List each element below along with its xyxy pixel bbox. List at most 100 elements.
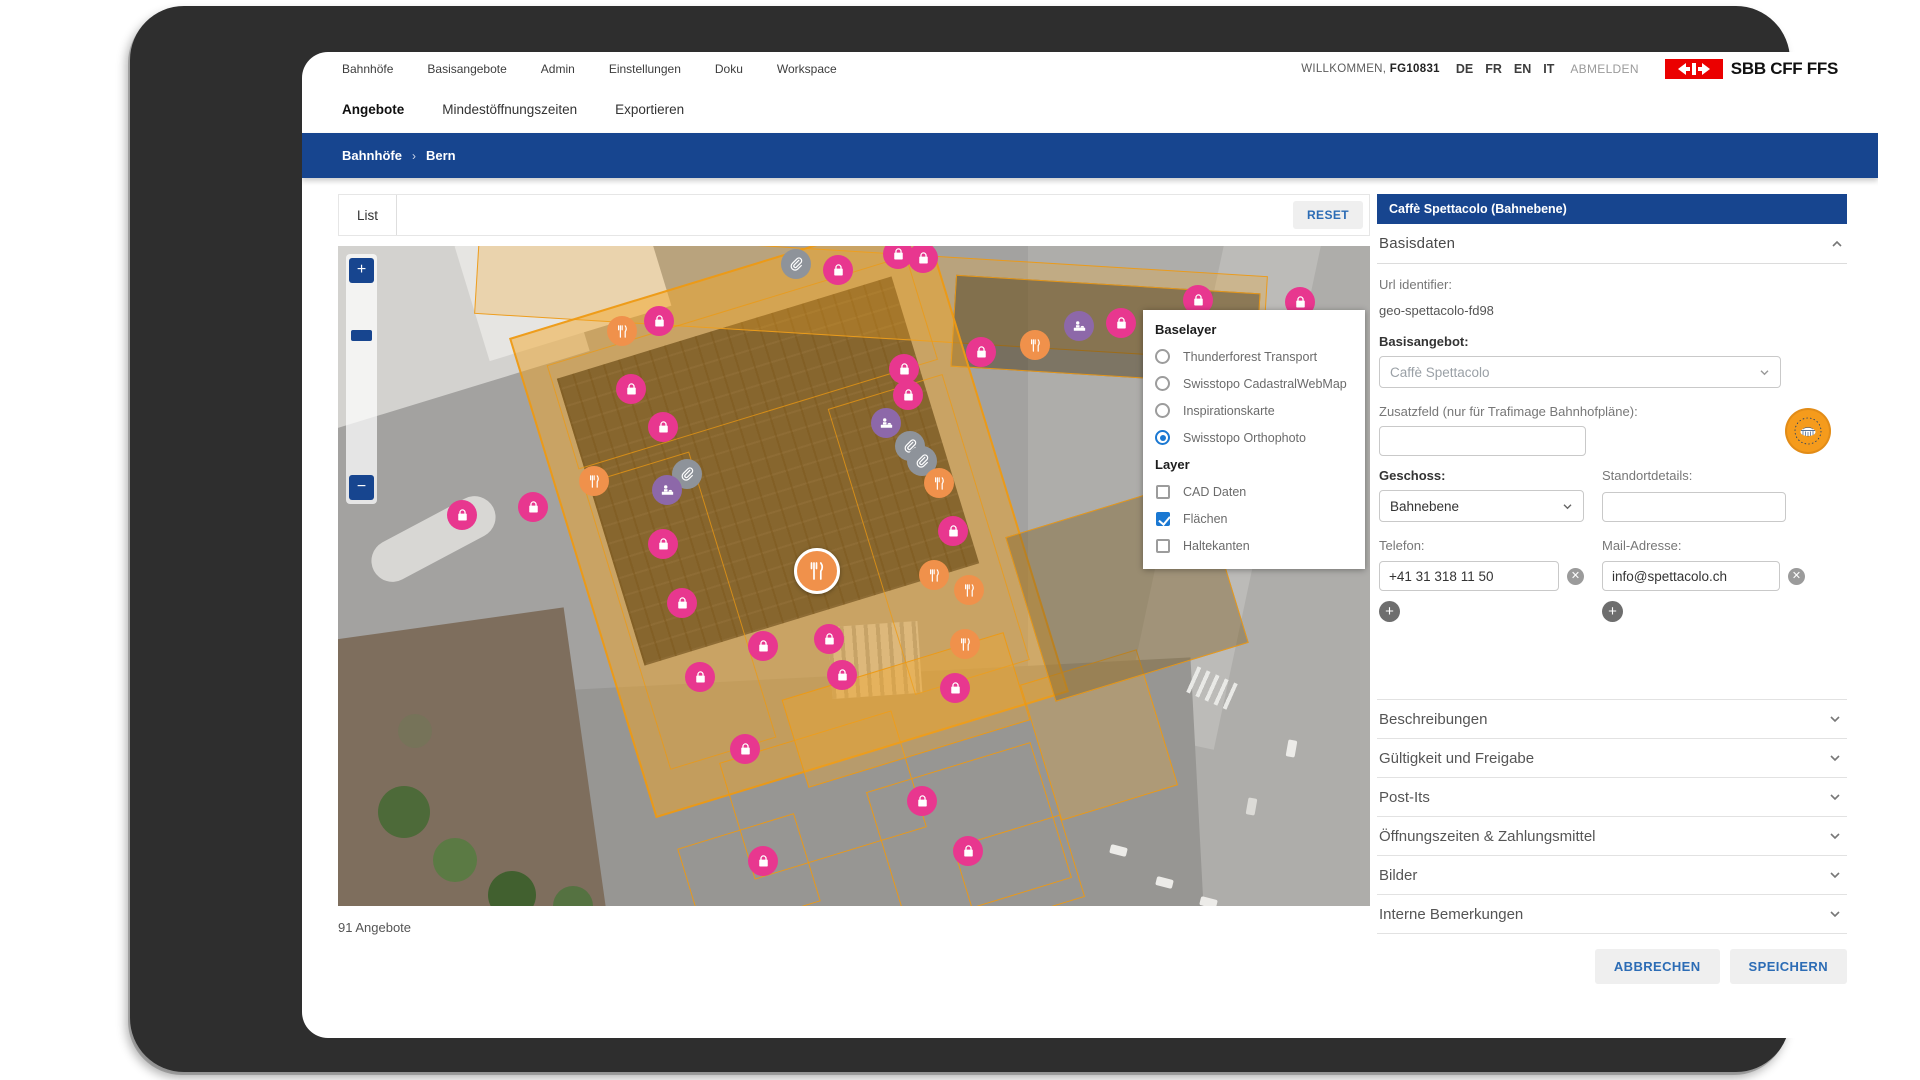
fork-marker[interactable] <box>607 316 637 346</box>
breadcrumb-root[interactable]: Bahnhöfe <box>342 148 402 163</box>
url-identifier-value: geo-spettacolo-fd98 <box>1379 303 1845 318</box>
list-tab[interactable]: List <box>339 195 397 235</box>
radio-icon[interactable] <box>1155 349 1170 364</box>
zoom-slider-handle[interactable] <box>351 330 372 341</box>
radio-icon[interactable] <box>1155 430 1170 445</box>
basisangebot-select[interactable]: Caffè Spettacolo <box>1379 356 1781 388</box>
nav-item-bahnhöfe[interactable]: Bahnhöfe <box>342 62 393 76</box>
bag-marker[interactable] <box>893 380 923 410</box>
bag-marker[interactable] <box>667 588 697 618</box>
checkbox-icon[interactable] <box>1156 512 1170 526</box>
mail-input[interactable] <box>1602 561 1780 591</box>
desk-marker[interactable] <box>1064 311 1094 341</box>
cancel-button[interactable]: ABBRECHEN <box>1595 949 1720 984</box>
logout-link[interactable]: ABMELDEN <box>1570 62 1638 76</box>
bag-marker[interactable] <box>908 246 938 273</box>
layer-option-haltekanten[interactable]: Haltekanten <box>1155 532 1365 559</box>
bag-marker[interactable] <box>518 492 548 522</box>
standortdetails-input[interactable] <box>1602 492 1786 522</box>
add-telefon-button[interactable]: + <box>1379 601 1400 622</box>
checkbox-icon[interactable] <box>1156 485 1170 499</box>
fork-marker[interactable] <box>579 466 609 496</box>
geschoss-select[interactable]: Bahnebene <box>1379 490 1584 522</box>
radio-icon[interactable] <box>1155 376 1170 391</box>
nav-item-basisangebote[interactable]: Basisangebote <box>427 62 506 76</box>
bag-marker[interactable] <box>748 631 778 661</box>
clear-mail-button[interactable]: ✕ <box>1788 568 1805 585</box>
bag-marker[interactable] <box>748 846 778 876</box>
reset-button[interactable]: RESET <box>1293 201 1363 229</box>
map[interactable]: + − Baselayer Thunderforest Transport Sw… <box>338 246 1370 906</box>
bag-marker[interactable] <box>648 412 678 442</box>
breadcrumb-current: Bern <box>426 148 456 163</box>
bag-marker[interactable] <box>685 662 715 692</box>
nav-item-einstellungen[interactable]: Einstellungen <box>609 62 681 76</box>
zusatzfeld-input[interactable] <box>1379 426 1586 456</box>
add-mail-button[interactable]: + <box>1602 601 1623 622</box>
basisdaten-label: Basisdaten <box>1379 235 1455 252</box>
tab-exportieren[interactable]: Exportieren <box>615 102 684 117</box>
result-count: 91 Angebote <box>338 920 1370 935</box>
telefon-input[interactable] <box>1379 561 1559 591</box>
section-gültigkeit-und-freigabe[interactable]: Gültigkeit und Freigabe <box>1377 739 1847 778</box>
section-post-its[interactable]: Post-Its <box>1377 778 1847 817</box>
lang-fr[interactable]: FR <box>1485 62 1502 76</box>
fork-marker[interactable] <box>924 468 954 498</box>
tab-mindestöffnungszeiten[interactable]: Mindestöffnungszeiten <box>442 102 577 117</box>
fork-marker[interactable] <box>919 560 949 590</box>
bag-marker[interactable] <box>940 673 970 703</box>
baselayer-option-thunderforest-transport[interactable]: Thunderforest Transport <box>1155 343 1365 370</box>
lang-en[interactable]: EN <box>1514 62 1531 76</box>
user-id: FG10831 <box>1390 63 1440 75</box>
clip-marker[interactable] <box>781 249 811 279</box>
lang-it[interactable]: IT <box>1543 62 1554 76</box>
desk-marker[interactable] <box>652 475 682 505</box>
save-button[interactable]: SPEICHERN <box>1730 949 1847 984</box>
sub-nav-bar: Angebote Mindestöffnungszeiten Exportieren <box>302 86 1878 133</box>
standortdetails-label: Standortdetails: <box>1602 468 1792 483</box>
zoom-out-button[interactable]: − <box>349 475 374 500</box>
fork-marker[interactable] <box>1020 330 1050 360</box>
layer-option-cad-daten[interactable]: CAD Daten <box>1155 478 1365 505</box>
section-öffnungszeiten-zahlungsmittel[interactable]: Öffnungszeiten & Zahlungsmittel <box>1377 817 1847 856</box>
bag-marker[interactable] <box>907 786 937 816</box>
layer-option-flächen[interactable]: Flächen <box>1155 505 1365 532</box>
nav-item-doku[interactable]: Doku <box>715 62 743 76</box>
fork-marker[interactable] <box>794 548 840 594</box>
nav-item-workspace[interactable]: Workspace <box>777 62 837 76</box>
tab-angebote[interactable]: Angebote <box>342 102 404 117</box>
bag-marker[interactable] <box>616 374 646 404</box>
bag-marker[interactable] <box>648 529 678 559</box>
baselayer-option-inspirationskarte[interactable]: Inspirationskarte <box>1155 397 1365 424</box>
bag-marker[interactable] <box>447 500 477 530</box>
baselayer-option-swisstopo-cadastralwebmap[interactable]: Swisstopo CadastralWebMap <box>1155 370 1365 397</box>
bag-marker[interactable] <box>730 734 760 764</box>
section-beschreibungen[interactable]: Beschreibungen <box>1377 700 1847 739</box>
fork-marker[interactable] <box>950 629 980 659</box>
section-interne-bemerkungen[interactable]: Interne Bemerkungen <box>1377 895 1847 934</box>
zoom-in-button[interactable]: + <box>349 258 374 283</box>
checkbox-icon[interactable] <box>1156 539 1170 553</box>
nav-item-admin[interactable]: Admin <box>541 62 575 76</box>
nav-right: WILLKOMMEN, FG10831 DEFRENIT ABMELDEN SB… <box>1301 59 1838 79</box>
bag-marker[interactable] <box>823 255 853 285</box>
fork-marker[interactable] <box>954 575 984 605</box>
collapsed-sections: Beschreibungen Gültigkeit und Freigabe P… <box>1377 699 1847 934</box>
lang-de[interactable]: DE <box>1456 62 1473 76</box>
main-nav: Bahnhöfe Basisangebote Admin Einstellungen D… <box>342 62 837 76</box>
caffe-spettacolo-logo <box>1785 408 1831 454</box>
basisdaten-section-header[interactable]: Basisdaten <box>1377 224 1847 264</box>
bag-marker[interactable] <box>814 624 844 654</box>
radio-icon[interactable] <box>1155 403 1170 418</box>
baselayer-option-swisstopo-orthophoto[interactable]: Swisstopo Orthophoto <box>1155 424 1365 451</box>
bag-marker[interactable] <box>644 306 674 336</box>
bag-marker[interactable] <box>938 516 968 546</box>
desk-marker[interactable] <box>871 408 901 438</box>
bag-marker[interactable] <box>1106 308 1136 338</box>
bag-marker[interactable] <box>953 836 983 866</box>
chevron-down-icon <box>1562 503 1573 510</box>
bag-marker[interactable] <box>827 660 857 690</box>
section-bilder[interactable]: Bilder <box>1377 856 1847 895</box>
clear-telefon-button[interactable]: ✕ <box>1567 568 1584 585</box>
bag-marker[interactable] <box>966 337 996 367</box>
